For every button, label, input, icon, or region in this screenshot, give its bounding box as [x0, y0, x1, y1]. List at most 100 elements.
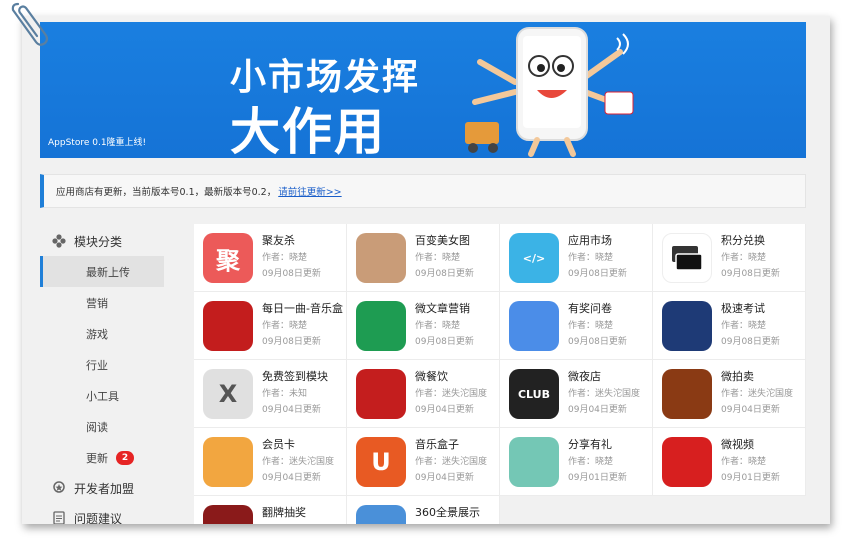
sidebar-section-developer[interactable]: 开发者加盟	[40, 473, 164, 503]
music-note-icon	[203, 301, 253, 351]
app-name[interactable]: 微文章营销	[415, 300, 470, 316]
sidebar-item-label: 行业	[86, 358, 108, 372]
app-update-date: 09月01日更新	[721, 473, 780, 483]
app-card[interactable]: 360全景展示	[347, 496, 500, 524]
app-card[interactable]: 每日一曲-音乐盒作者：晓楚 09月08日更新	[194, 292, 347, 360]
code-icon: </>	[509, 233, 559, 283]
app-author: 作者：未知	[262, 389, 308, 399]
app-update-date: 09月08日更新	[721, 269, 780, 279]
app-update-date: 09月04日更新	[415, 473, 474, 483]
member-card-icon	[203, 437, 253, 487]
banner-subheadline: 大作用	[230, 103, 386, 158]
app-author: 作者：迷失沱国度	[721, 389, 794, 399]
app-author: 作者：晓楚	[262, 253, 308, 263]
auction-icon	[662, 369, 712, 419]
sidebar-section-feedback[interactable]: 问题建议	[40, 503, 164, 524]
app-name[interactable]: 免费签到模块	[262, 368, 328, 384]
app-card[interactable]: X 免费签到模块作者：未知 09月04日更新	[194, 360, 347, 428]
x-circle-icon: X	[203, 369, 253, 419]
sidebar-section-label: 问题建议	[74, 511, 123, 525]
ju-icon: 聚	[203, 233, 253, 283]
app-name[interactable]: 微夜店	[568, 368, 601, 384]
app-name[interactable]: 每日一曲-音乐盒	[262, 300, 343, 316]
app-card[interactable]: CLUB 微夜店作者：迷失沱国度 09月04日更新	[500, 360, 653, 428]
app-card[interactable]: 微文章营销作者：晓楚 09月08日更新	[347, 292, 500, 360]
app-card[interactable]: 聚 聚友杀作者：晓楚 09月08日更新	[194, 224, 347, 292]
app-update-date: 09月08日更新	[262, 269, 321, 279]
app-card[interactable]: 会员卡 作者：迷失沱国度 09月04日更新	[194, 428, 347, 496]
card-flip-icon	[203, 505, 253, 524]
app-update-date: 09月04日更新	[415, 405, 474, 415]
gift-icon	[509, 437, 559, 487]
app-name[interactable]: 音乐盒子	[415, 436, 459, 452]
app-card[interactable]: 有奖问卷 作者：晓楚 09月08日更新	[500, 292, 653, 360]
app-card[interactable]: U 音乐盒子作者：迷失沱国度 09月04日更新	[347, 428, 500, 496]
club-icon: CLUB	[509, 369, 559, 419]
sidebar-section-modules[interactable]: 模块分类	[40, 226, 164, 256]
phone-mascot-icon	[465, 27, 634, 157]
app-card[interactable]: 积分兑换作者：晓楚 09月08日更新	[653, 224, 806, 292]
app-name[interactable]: 有奖问卷	[568, 300, 612, 316]
app-card[interactable]: </> 应用市场作者：晓楚 09月08日更新	[500, 224, 653, 292]
icon-glyph: X	[218, 380, 238, 408]
pencil-icon	[662, 301, 712, 351]
app-name[interactable]: 360全景展示	[415, 504, 480, 520]
app-name[interactable]: 积分兑换	[721, 232, 765, 248]
app-card[interactable]: 分享有礼 作者：晓楚 09月01日更新	[500, 428, 653, 496]
app-author: 作者：晓楚	[721, 457, 767, 467]
app-card[interactable]: 百变美女图 作者：晓楚 09月08日更新	[347, 224, 500, 292]
app-store-window: 小市场发挥 大作用 AppStore 0.1隆重上线! 应用商店有更新，当前版本…	[22, 16, 830, 524]
app-author: 作者：晓楚	[262, 321, 308, 331]
app-update-date: 09月08日更新	[568, 269, 627, 279]
sidebar-item-reading[interactable]: 阅读	[40, 411, 164, 442]
icon-glyph: CLUB	[517, 387, 550, 401]
promo-banner[interactable]: 小市场发挥 大作用 AppStore 0.1隆重上线!	[40, 22, 806, 158]
icon-glyph: U	[371, 448, 391, 476]
notice-text: 应用商店有更新，当前版本号0.1，最新版本号0.2，	[56, 187, 277, 198]
sidebar-item-label: 游戏	[86, 327, 108, 341]
app-card[interactable]: 翻牌抽奖	[194, 496, 347, 524]
app-name[interactable]: 百变美女图	[415, 232, 470, 248]
headphones-icon: U	[356, 437, 406, 487]
app-card[interactable]: 微餐饮 作者：迷失沱国度 09月04日更新	[347, 360, 500, 428]
sidebar-item-latest[interactable]: 最新上传	[40, 256, 164, 287]
document-icon	[53, 511, 65, 524]
app-card[interactable]: 微视频作者：晓楚 09月01日更新	[653, 428, 806, 496]
app-author: 作者：晓楚	[721, 253, 767, 263]
icon-glyph: 聚	[216, 246, 240, 275]
app-author: 作者：迷失沱国度	[415, 457, 488, 467]
icon-glyph: </>	[522, 251, 546, 265]
sidebar-item-games[interactable]: 游戏	[40, 318, 164, 349]
app-author: 作者：晓楚	[415, 321, 461, 331]
app-name[interactable]: 微餐饮	[415, 368, 448, 384]
app-card[interactable]: 极速考试 作者：晓楚 09月08日更新	[653, 292, 806, 360]
update-notice: 应用商店有更新，当前版本号0.1，最新版本号0.2， 请前往更新>>	[40, 174, 806, 208]
app-author: 作者：晓楚	[568, 253, 614, 263]
app-name[interactable]: 微拍卖	[721, 368, 754, 384]
app-name[interactable]: 翻牌抽奖	[262, 504, 306, 520]
app-name[interactable]: 应用市场	[568, 232, 612, 248]
app-grid: 聚 聚友杀 作者：晓楚 09月08日更新 百变美女图 作者：晓楚 09月08日更新 </> 应用…	[194, 224, 806, 524]
app-name[interactable]: 分享有礼	[568, 436, 612, 452]
app-update-date: 09月08日更新	[262, 337, 321, 347]
grid-dots-icon	[52, 234, 66, 248]
cards-icon	[662, 233, 712, 283]
sidebar-item-label: 最新上传	[86, 265, 130, 279]
sidebar-item-updates[interactable]: 更新 2	[40, 442, 164, 473]
update-link[interactable]: 请前往更新>>	[278, 184, 341, 198]
app-card[interactable]: 微拍卖作者：迷失沱国度 09月04日更新	[653, 360, 806, 428]
app-name[interactable]: 极速考试	[721, 300, 765, 316]
app-update-date: 09月04日更新	[262, 473, 321, 483]
sidebar-item-tools[interactable]: 小工具	[40, 380, 164, 411]
app-author: 作者：迷失沱国度	[568, 389, 641, 399]
app-name[interactable]: 微视频	[721, 436, 754, 452]
app-name[interactable]: 聚友杀	[262, 232, 295, 248]
share-icon	[356, 301, 406, 351]
app-update-date: 09月04日更新	[262, 405, 321, 415]
app-update-date: 09月04日更新	[721, 405, 780, 415]
sidebar-item-industry[interactable]: 行业	[40, 349, 164, 380]
sidebar-item-marketing[interactable]: 营销	[40, 287, 164, 318]
app-update-date: 09月08日更新	[415, 337, 474, 347]
app-name[interactable]: 会员卡	[262, 436, 295, 452]
app-update-date: 09月04日更新	[568, 405, 627, 415]
